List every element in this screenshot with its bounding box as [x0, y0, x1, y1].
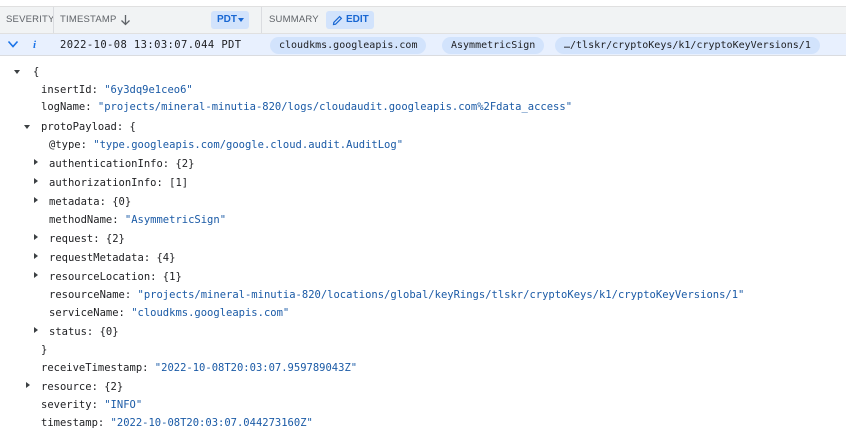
json-field-authenticationInfo[interactable]: authenticationInfo: {2}	[49, 155, 194, 174]
pencil-icon	[332, 15, 343, 26]
json-field-methodName[interactable]: methodName: "AsymmetricSign"	[49, 211, 226, 230]
log-timestamp: 2022-10-08 13:03:07.044 PDT	[60, 39, 242, 51]
timezone-label: PDT	[217, 14, 237, 25]
json-field-logName[interactable]: logName: "projects/mineral-minutia-820/l…	[41, 98, 572, 117]
sort-descending-icon[interactable]	[120, 14, 131, 26]
json-field-requestMetadata[interactable]: requestMetadata: {4}	[49, 249, 175, 268]
column-divider[interactable]	[53, 7, 54, 33]
json-field-resourceLocation[interactable]: resourceLocation: {1}	[49, 268, 182, 287]
summary-chip-method[interactable]: AsymmetricSign	[442, 37, 545, 54]
expand-triangle-icon[interactable]	[34, 197, 38, 203]
timezone-dropdown-button[interactable]: PDT	[211, 11, 249, 29]
expand-triangle-icon[interactable]	[26, 382, 30, 388]
json-field-timestamp[interactable]: timestamp: "2022-10-08T20:03:07.04427316…	[41, 414, 313, 433]
expand-triangle-icon[interactable]	[34, 159, 38, 165]
json-field-receiveTimestamp[interactable]: receiveTimestamp: "2022-10-08T20:03:07.9…	[41, 359, 357, 378]
expand-triangle-icon[interactable]	[34, 253, 38, 259]
json-root-open: {	[33, 66, 40, 78]
json-field-resourceName[interactable]: resourceName: "projects/mineral-minutia-…	[49, 286, 744, 305]
summary-chip-resource[interactable]: …/tlskr/cryptoKeys/k1/cryptoKeyVersions/…	[555, 37, 820, 54]
expand-triangle-icon[interactable]	[34, 178, 38, 184]
column-divider[interactable]	[261, 7, 262, 33]
collapse-triangle-icon[interactable]	[24, 125, 30, 129]
json-protoPayload-close: }	[41, 344, 48, 356]
json-field-status[interactable]: status: {0}	[49, 323, 119, 342]
json-field-authorizationInfo[interactable]: authorizationInfo: [1]	[49, 174, 188, 193]
json-field-request[interactable]: request: {2}	[49, 230, 125, 249]
summary-column-header: SUMMARY	[269, 14, 319, 25]
chevron-down-icon[interactable]	[7, 40, 19, 49]
edit-label: EDIT	[346, 14, 369, 25]
expand-triangle-icon[interactable]	[34, 234, 38, 240]
json-field-severity[interactable]: severity: "INFO"	[41, 396, 142, 415]
info-severity-icon: i	[33, 39, 37, 51]
caret-down-icon	[238, 18, 244, 22]
json-field-metadata[interactable]: metadata: {0}	[49, 193, 131, 212]
expand-triangle-icon[interactable]	[34, 327, 38, 333]
json-field-serviceName[interactable]: serviceName: "cloudkms.googleapis.com"	[49, 304, 289, 323]
edit-summary-button[interactable]: EDIT	[326, 11, 374, 29]
timestamp-column-header[interactable]: TIMESTAMP	[60, 7, 117, 33]
json-field-resource[interactable]: resource: {2}	[41, 378, 123, 397]
severity-column-header[interactable]: SEVERITY	[6, 7, 55, 33]
log-entry-row[interactable]: i 2022-10-08 13:03:07.044 PDT cloudkms.g…	[0, 34, 846, 56]
summary-chip-service[interactable]: cloudkms.googleapis.com	[270, 37, 427, 54]
json-field-type[interactable]: @type: "type.googleapis.com/google.cloud…	[49, 136, 403, 155]
log-table-header: SEVERITY TIMESTAMP PDT SUMMARY EDIT	[0, 6, 846, 34]
collapse-triangle-icon[interactable]	[14, 70, 20, 74]
json-field-protoPayload[interactable]: protoPayload: {	[41, 118, 136, 137]
expand-triangle-icon[interactable]	[34, 272, 38, 278]
